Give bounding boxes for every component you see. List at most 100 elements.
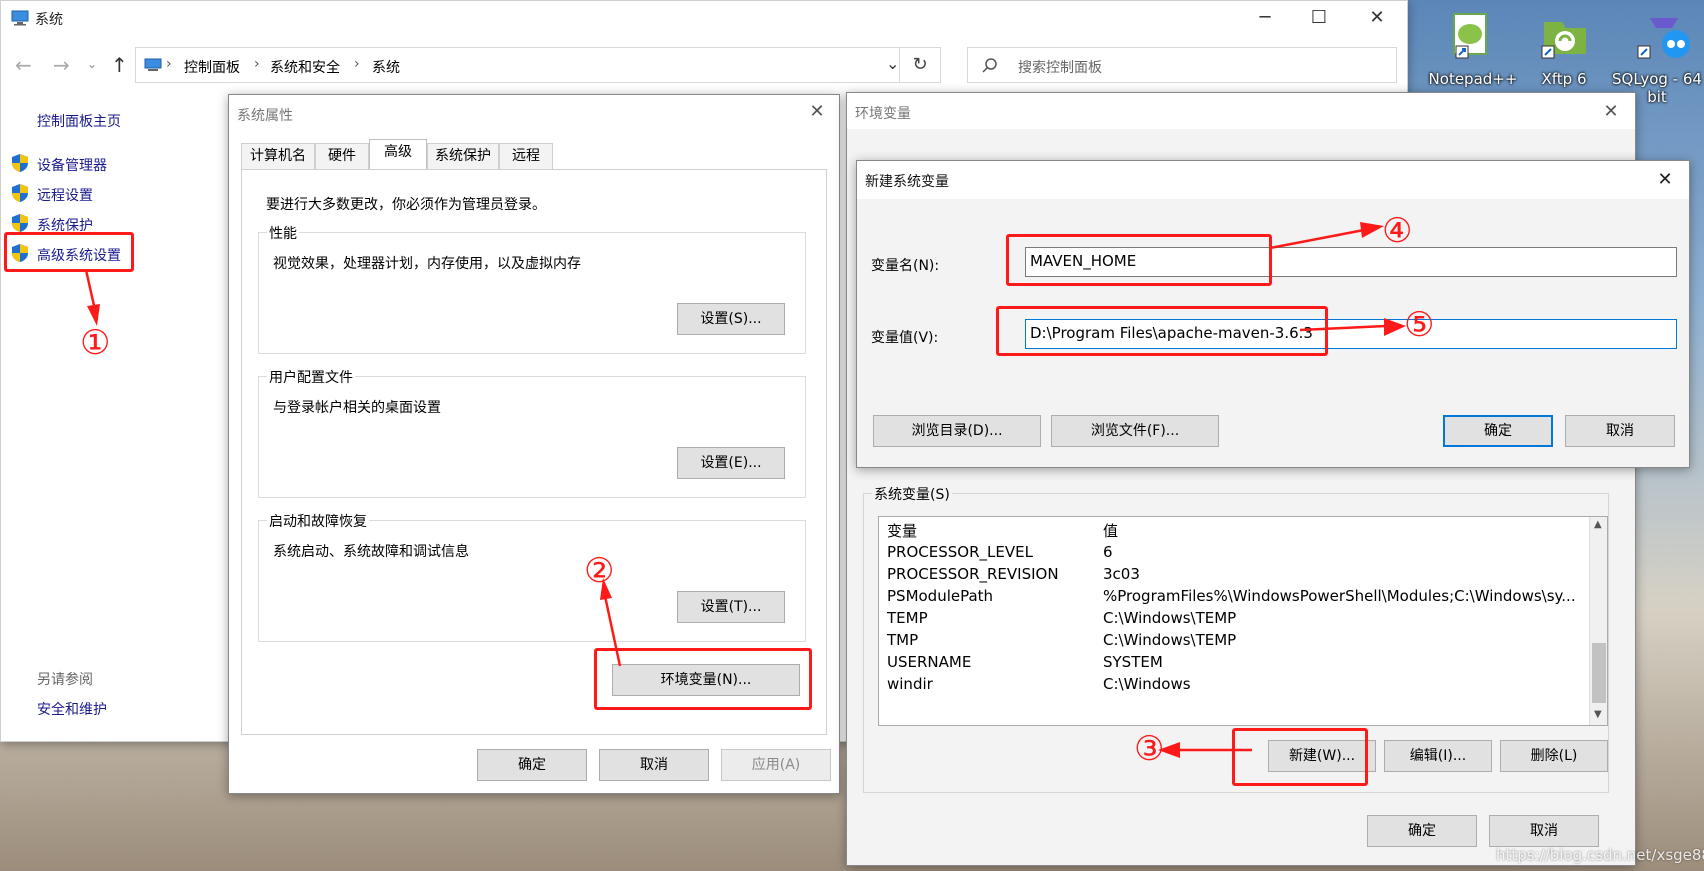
system-variables-table: 变量 值 PROCESSOR_LEVEL 6 PROCESSOR_REVISION… <box>879 519 1584 695</box>
startup-recovery-label: 启动和故障恢复 <box>267 511 369 531</box>
column-header-value: 值 <box>1103 521 1119 540</box>
forward-arrow-icon[interactable]: → <box>53 53 70 77</box>
shield-icon <box>12 154 28 172</box>
edit-variable-button[interactable]: 编辑(I)... <box>1384 740 1492 772</box>
system-variables-list[interactable]: 变量 值 PROCESSOR_LEVEL 6 PROCESSOR_REVISION… <box>878 516 1608 726</box>
breadcrumb-separator-icon: › <box>166 56 172 72</box>
ok-button[interactable]: 确定 <box>1443 415 1553 447</box>
tab-hardware[interactable]: 硬件 <box>315 143 369 169</box>
window-title: 系统 <box>35 12 63 28</box>
table-row[interactable]: USERNAME SYSTEM <box>879 651 1584 673</box>
var-name: PROCESSOR_REVISION <box>887 565 1059 583</box>
cancel-button[interactable]: 取消 <box>599 749 709 781</box>
var-value: %ProgramFiles%\WindowsPowerShell\Modules… <box>1103 587 1576 605</box>
startup-recovery-settings-button[interactable]: 设置(T)... <box>677 591 785 623</box>
var-name: PSModulePath <box>887 587 994 605</box>
annotation-box-variable-value <box>996 306 1328 356</box>
xftp-desktop-icon[interactable] <box>1534 8 1594 62</box>
minimize-button[interactable]: ─ <box>1245 5 1285 31</box>
breadcrumb-system-security[interactable]: 系统和安全 <box>270 57 340 77</box>
address-bar[interactable]: › 控制面板 › 系统和安全 › 系统 ⌄ <box>135 47 941 83</box>
close-button[interactable]: ✕ <box>1357 5 1397 31</box>
tab-remote[interactable]: 远程 <box>499 143 553 169</box>
see-also-security-maintenance[interactable]: 安全和维护 <box>37 699 107 719</box>
user-profiles-desc: 与登录帐户相关的桌面设置 <box>273 400 441 416</box>
delete-variable-button[interactable]: 删除(L) <box>1500 740 1608 772</box>
startup-recovery-group: 启动和故障恢复 系统启动、系统故障和调试信息 设置(T)... <box>258 511 806 642</box>
search-placeholder: 搜索控制面板 <box>1018 60 1102 76</box>
table-row[interactable]: windir C:\Windows <box>879 673 1584 695</box>
annotation-step-1: ① <box>80 323 111 363</box>
browse-directory-button[interactable]: 浏览目录(D)... <box>873 415 1041 447</box>
sidebar-item-device-manager[interactable]: 设备管理器 <box>37 155 107 175</box>
table-row[interactable]: PROCESSOR_LEVEL 6 <box>879 541 1584 563</box>
close-button[interactable]: ✕ <box>797 99 837 125</box>
new-var-titlebar: 新建系统变量 ✕ <box>857 161 1689 199</box>
up-arrow-icon[interactable]: ↑ <box>111 53 128 77</box>
user-profiles-group: 用户配置文件 与登录帐户相关的桌面设置 设置(E)... <box>258 367 806 498</box>
performance-settings-button[interactable]: 设置(S)... <box>677 303 785 335</box>
user-profiles-settings-button[interactable]: 设置(E)... <box>677 447 785 479</box>
table-row[interactable]: TMP C:\Windows\TEMP <box>879 629 1584 651</box>
close-button[interactable]: ✕ <box>1591 99 1631 125</box>
table-row[interactable]: PROCESSOR_REVISION 3c03 <box>879 563 1584 585</box>
startup-recovery-desc: 系统启动、系统故障和调试信息 <box>273 544 469 560</box>
admin-note: 要进行大多数更改，你必须作为管理员登录。 <box>266 197 546 213</box>
annotation-step-5: ⑤ <box>1404 305 1435 345</box>
var-name: TMP <box>887 631 919 649</box>
annotation-arrow-icon <box>1269 222 1384 250</box>
notepad-plus-plus-label: Notepad++ <box>1428 70 1518 88</box>
control-panel-home-link[interactable]: 控制面板主页 <box>37 111 121 131</box>
apply-button[interactable]: 应用(A) <box>721 749 831 781</box>
sqlyog-desktop-icon[interactable] <box>1634 8 1694 62</box>
dialog-title: 新建系统变量 <box>865 174 949 190</box>
breadcrumb-separator-icon: › <box>354 56 360 72</box>
annotation-step-4: ④ <box>1382 211 1413 251</box>
tab-system-protection[interactable]: 系统保护 <box>427 143 499 169</box>
tab-computer-name[interactable]: 计算机名 <box>241 143 315 169</box>
search-box[interactable]: 搜索控制面板 <box>967 47 1397 83</box>
computer-icon <box>11 10 29 26</box>
tab-advanced[interactable]: 高级 <box>369 139 427 170</box>
control-panel-icon <box>144 58 162 71</box>
sqlyog-icon <box>1637 18 1690 59</box>
browse-file-button[interactable]: 浏览文件(F)... <box>1051 415 1219 447</box>
maximize-button[interactable]: ☐ <box>1299 5 1339 31</box>
env-titlebar: 环境变量 ✕ <box>847 93 1635 129</box>
variable-value-label: 变量值(V): <box>871 330 939 346</box>
shield-icon <box>12 214 28 232</box>
user-profiles-label: 用户配置文件 <box>267 367 355 387</box>
scroll-up-icon[interactable]: ▲ <box>1594 519 1602 530</box>
recent-dropdown-icon[interactable]: ⌄ <box>87 57 97 71</box>
vertical-scrollbar[interactable]: ▲ ▼ <box>1589 517 1607 725</box>
notepad-plus-plus-desktop-icon[interactable] <box>1440 8 1500 62</box>
sidebar-item-remote-settings[interactable]: 远程设置 <box>37 185 93 205</box>
var-value: C:\Windows\TEMP <box>1103 609 1237 627</box>
var-value: 3c03 <box>1103 565 1140 583</box>
ok-button[interactable]: 确定 <box>1367 815 1477 847</box>
watermark-text: https://blog.csdn.net/xsge88 <box>1496 846 1704 864</box>
variable-name-label: 变量名(N): <box>871 258 940 274</box>
ok-button[interactable]: 确定 <box>477 749 587 781</box>
dialog-title: 环境变量 <box>855 106 911 122</box>
var-name: TEMP <box>887 609 928 627</box>
scrollbar-thumb[interactable] <box>1592 643 1606 703</box>
breadcrumb-control-panel[interactable]: 控制面板 <box>184 57 240 77</box>
var-value: C:\Windows <box>1103 675 1191 693</box>
table-row[interactable]: TEMP C:\Windows\TEMP <box>879 607 1584 629</box>
table-row[interactable]: PSModulePath %ProgramFiles%\WindowsPowerS… <box>879 585 1584 607</box>
performance-desc: 视觉效果，处理器计划，内存使用，以及虚拟内存 <box>273 256 581 272</box>
cancel-button[interactable]: 取消 <box>1565 415 1675 447</box>
system-variables-label: 系统变量(S) <box>872 484 952 504</box>
close-button[interactable]: ✕ <box>1645 167 1685 193</box>
scroll-down-icon[interactable]: ▼ <box>1594 709 1602 720</box>
cancel-button[interactable]: 取消 <box>1489 815 1599 847</box>
back-arrow-icon[interactable]: ← <box>15 53 32 77</box>
refresh-button[interactable]: ↻ <box>899 47 941 83</box>
column-header-variable: 变量 <box>887 521 918 540</box>
breadcrumb-system[interactable]: 系统 <box>372 57 400 77</box>
see-also-heading: 另请参阅 <box>37 672 93 688</box>
notepad-icon <box>1453 13 1487 59</box>
address-dropdown-icon[interactable]: ⌄ <box>886 54 899 73</box>
annotation-arrow-icon <box>1300 318 1406 336</box>
